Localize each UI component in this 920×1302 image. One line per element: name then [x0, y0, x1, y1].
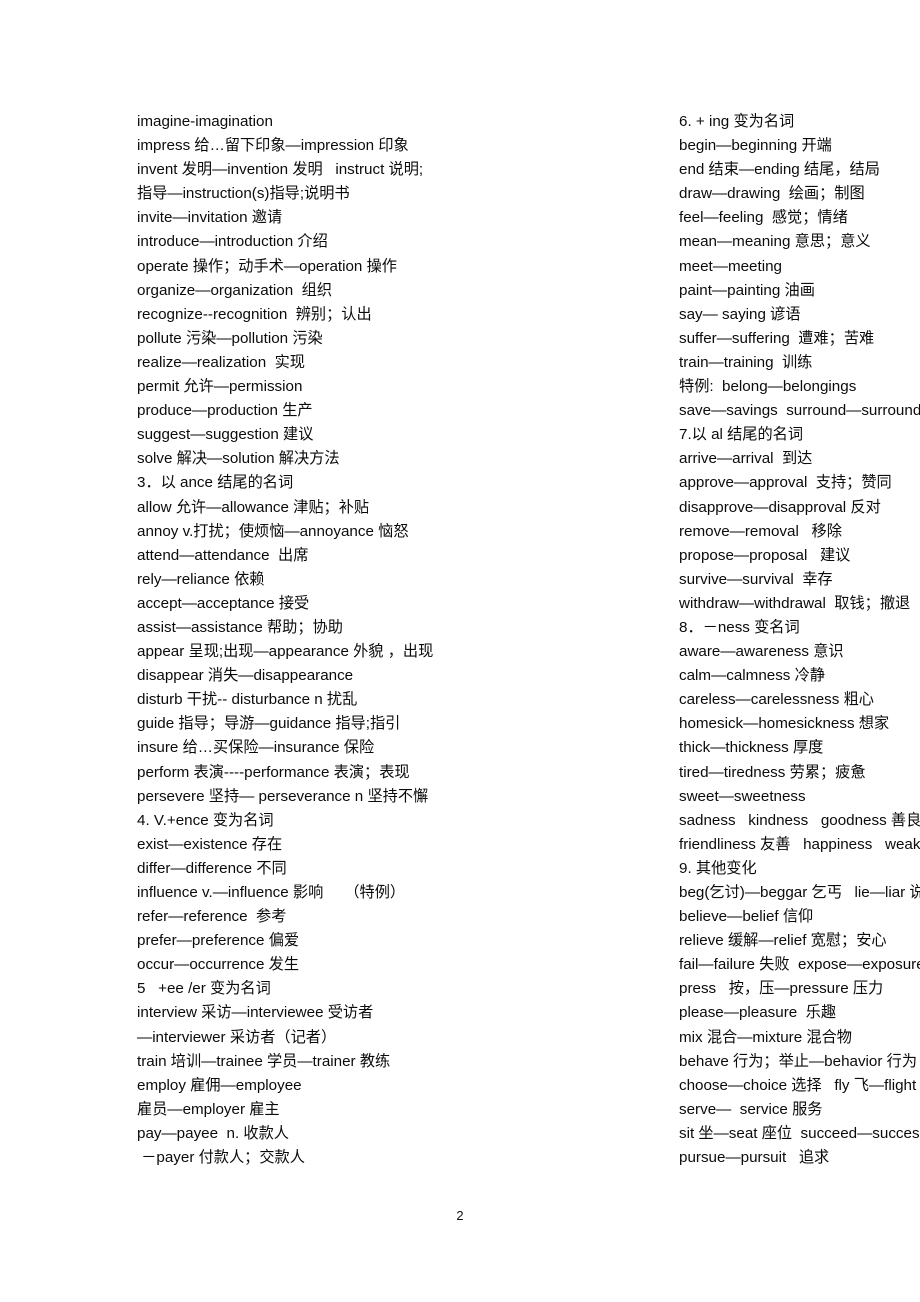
text-line: press 按，压—pressure 压力	[679, 980, 884, 998]
text-line: train 培训—trainee 学员—trainer 教练	[137, 1052, 391, 1070]
text-line: refer—reference 参考	[137, 908, 287, 926]
text-line: disturb 干扰-- disturbance n 扰乱	[137, 691, 358, 709]
text-line: beg(乞讨)—beggar 乞丐 lie—liar 说谎者	[679, 884, 920, 901]
text-line: propose—proposal 建议	[679, 546, 851, 564]
text-line: imagine-imagination	[137, 113, 273, 130]
text-line: save—savings surround—surroundings	[679, 402, 920, 420]
text-line: employ 雇佣—employee	[137, 1076, 302, 1094]
text-line: suggest—suggestion 建议	[137, 426, 314, 444]
text-line: paint—painting 油画	[679, 281, 815, 299]
text-line: pursue—pursuit 追求	[679, 1149, 830, 1167]
text-line: behave 行为；举止—behavior 行为	[679, 1052, 918, 1070]
text-line: careless—carelessness 粗心	[679, 691, 874, 709]
text-line: perform 表演----performance 表演；表现	[137, 763, 410, 781]
text-line: disappear 消失—disappearance	[137, 667, 354, 685]
text-line: appear 呈现;出现—appearance 外貌 ，出现	[137, 643, 434, 661]
text-line: begin—beginning 开端	[679, 137, 832, 155]
text-line: approve—approval 支持；赞同	[679, 474, 892, 492]
text-line: 特例: belong—belongings	[679, 378, 857, 396]
text-line: arrive—arrival 到达	[679, 450, 813, 468]
text-line: choose—choice 选择 fly 飞—flight 飞行	[679, 1076, 917, 1094]
text-line: draw—drawing 绘画；制图	[679, 185, 865, 203]
text-line: operate 操作；动手术—operation 操作	[137, 257, 397, 275]
text-line: interview 采访—interviewee 受访者	[137, 1004, 374, 1022]
text-line: end 结束—ending 结尾，结局	[679, 161, 880, 179]
text-line: rely—reliance 依赖	[137, 570, 265, 588]
text-line: —interviewer 采访者（记者）	[137, 1028, 337, 1046]
text-line: prefer—preference 偏爱	[137, 932, 300, 950]
text-line: sadness kindness goodness 善良；良好	[679, 811, 920, 829]
text-line: differ—difference 不同	[137, 859, 287, 877]
text-line: 指导—instruction(s)指导;说明书	[137, 185, 350, 203]
section-heading: 3．以 ance 结尾的名词	[137, 474, 294, 492]
text-line: say— saying 谚语	[679, 305, 801, 323]
text-line: train—training 训练	[679, 353, 813, 371]
text-line: friendliness 友善 happiness weakness	[679, 835, 920, 853]
text-line: aware—awareness 意识	[679, 643, 844, 661]
text-line: withdraw—withdrawal 取钱；撤退	[679, 594, 911, 612]
text-line: please—pleasure 乐趣	[679, 1004, 837, 1022]
text-line: persevere 坚持— perseverance n 坚持不懈	[137, 787, 429, 805]
text-line: fail—failure 失败 expose—exposure 暴露	[679, 956, 920, 974]
text-line: influence v.—influence 影响 （特例）	[137, 884, 406, 901]
text-line: homesick—homesickness 想家	[679, 715, 890, 733]
text-line: occur—occurrence 发生	[137, 956, 300, 974]
section-heading: 5 +ee /er 变为名词	[137, 980, 271, 998]
section-heading: 4. V.+ence 变为名词	[137, 811, 274, 829]
right-column: 6. + ing 变为名词 begin—beginning 开端 end 结束—…	[343, 110, 920, 1170]
text-line: relieve 缓解—relief 宽慰；安心	[679, 932, 887, 950]
text-line: believe—belief 信仰	[679, 908, 814, 926]
text-line: pay—payee n. 收款人	[137, 1124, 289, 1142]
text-line: recognize--recognition 辨别；认出	[137, 305, 372, 323]
text-line: introduce—introduction 介绍	[137, 233, 328, 251]
text-line: realize—realization 实现	[137, 353, 305, 371]
text-line: attend—attendance 出席	[137, 546, 309, 564]
two-column-body: imagine-imagination impress 给…留下印象—impre…	[0, 110, 920, 1170]
text-line: meet—meeting	[679, 257, 782, 275]
text-line: serve— service 服务	[679, 1100, 823, 1118]
text-line: produce—production 生产	[137, 402, 313, 420]
document-page: imagine-imagination impress 给…留下印象—impre…	[0, 0, 920, 1302]
text-line: accept—acceptance 接受	[137, 594, 310, 612]
text-line: annoy v.打扰；使烦恼—annoyance 恼怒	[137, 522, 409, 540]
left-column: imagine-imagination impress 给…留下印象—impre…	[0, 110, 434, 1170]
text-line: thick—thickness 厚度	[679, 739, 824, 757]
text-line: survive—survival 幸存	[679, 570, 833, 588]
page-number: 2	[456, 1208, 464, 1223]
text-line: feel—feeling 感觉；情绪	[679, 209, 848, 227]
text-line: －payer 付款人；交款人	[137, 1149, 305, 1167]
text-line: guide 指导；导游—guidance 指导;指引	[137, 715, 401, 733]
section-heading: 8．－ness 变名词	[679, 618, 800, 636]
text-line: impress 给…留下印象—impression 印象	[137, 137, 409, 155]
text-line: organize—organization 组织	[137, 281, 333, 299]
text-line: mean—meaning 意思；意义	[679, 233, 871, 251]
text-line: disapprove—disapproval 反对	[679, 498, 881, 516]
text-line: remove—removal 移除	[679, 522, 842, 540]
text-line: allow 允许—allowance 津贴；补贴	[137, 498, 370, 516]
text-line: pollute 污染—pollution 污染	[137, 329, 323, 347]
text-line: invite—invitation 邀请	[137, 209, 283, 227]
text-line: assist—assistance 帮助；协助	[137, 618, 343, 636]
section-heading: 9. 其他变化	[679, 859, 757, 877]
text-line: calm—calmness 冷静	[679, 667, 825, 685]
text-line: sweet—sweetness	[679, 787, 806, 805]
text-line: suffer—suffering 遭难；苦难	[679, 329, 875, 347]
text-line: 雇员—employer 雇主	[137, 1100, 280, 1118]
text-line: invent 发明—invention 发明 instruct 说明;	[137, 161, 424, 179]
section-heading: 6. + ing 变为名词	[679, 113, 795, 130]
text-line: sit 坐—seat 座位 succeed—success 成功	[679, 1124, 920, 1142]
text-line: mix 混合—mixture 混合物	[679, 1028, 852, 1046]
text-line: insure 给…买保险—insurance 保险	[137, 739, 375, 757]
text-line: permit 允许—permission	[137, 378, 303, 396]
text-line: exist—existence 存在	[137, 835, 283, 853]
section-heading: 7.以 al 结尾的名词	[679, 426, 804, 444]
text-line: tired—tiredness 劳累；疲惫	[679, 763, 866, 781]
text-line: solve 解决—solution 解决方法	[137, 450, 340, 468]
